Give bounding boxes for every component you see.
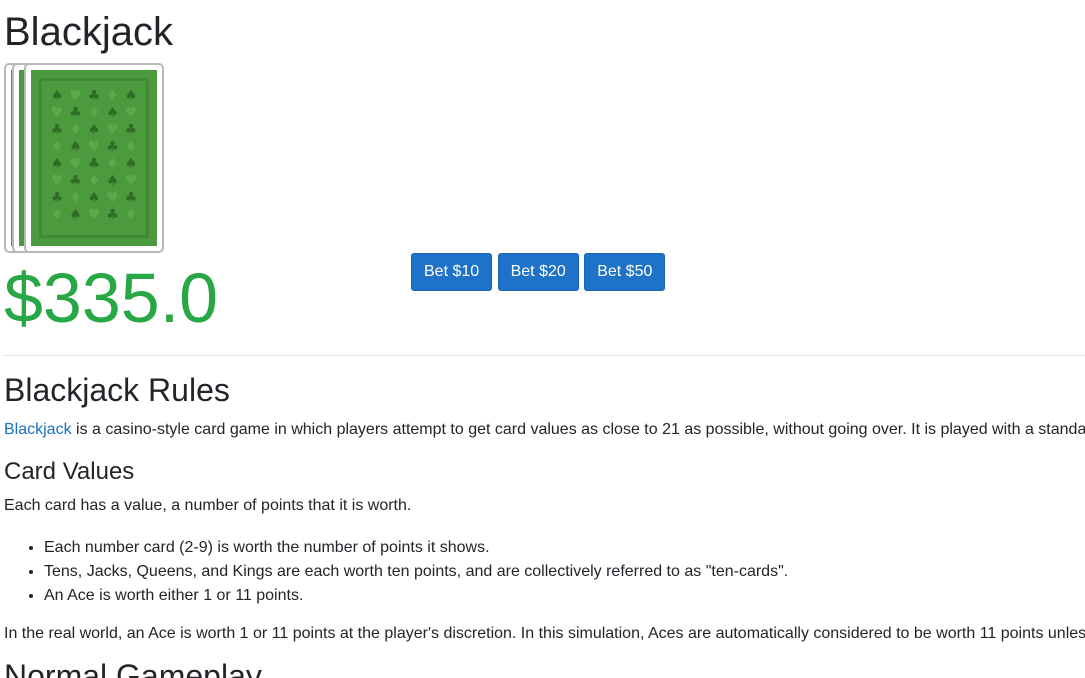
club-icon: ♣	[51, 190, 64, 206]
section-divider	[4, 355, 1085, 356]
spade-icon: ♠	[125, 88, 138, 104]
gameplay-heading: Normal Gameplay	[4, 658, 262, 678]
spade-icon: ♠	[88, 190, 101, 206]
balance-display: $335.0	[4, 259, 219, 337]
spade-icon: ♠	[51, 156, 64, 172]
spade-icon: ♠	[106, 105, 119, 121]
diamond-icon: ♦	[51, 139, 64, 155]
club-icon: ♣	[88, 88, 101, 104]
bet-20-button[interactable]: Bet $20	[497, 253, 579, 291]
spade-icon: ♠	[125, 156, 138, 172]
rules-heading: Blackjack Rules	[4, 372, 230, 408]
heart-icon: ♥	[88, 207, 101, 223]
list-item: An Ace is worth either 1 or 11 points.	[44, 584, 788, 608]
card-values-description: Each card has a value, a number of point…	[4, 497, 412, 514]
heart-icon: ♥	[69, 88, 82, 104]
club-icon: ♣	[51, 122, 64, 138]
club-icon: ♣	[88, 156, 101, 172]
spade-icon: ♠	[51, 88, 64, 104]
rules-intro: Blackjack is a casino-style card game in…	[4, 420, 1085, 440]
card-values-list: Each number card (2-9) is worth the numb…	[4, 536, 788, 608]
diamond-icon: ♦	[69, 190, 82, 206]
list-item: Each number card (2-9) is worth the numb…	[44, 536, 788, 560]
heart-icon: ♥	[125, 105, 138, 121]
page-title: Blackjack	[4, 10, 173, 54]
heart-icon: ♥	[51, 105, 64, 121]
heart-icon: ♥	[69, 156, 82, 172]
diamond-icon: ♦	[125, 139, 138, 155]
heart-icon: ♥	[106, 122, 119, 138]
heart-icon: ♥	[88, 139, 101, 155]
diamond-icon: ♦	[51, 207, 64, 223]
spade-icon: ♠	[69, 139, 82, 155]
club-icon: ♣	[125, 190, 138, 206]
diamond-icon: ♦	[88, 105, 101, 121]
diamond-icon: ♦	[125, 207, 138, 223]
spade-icon: ♠	[106, 173, 119, 189]
club-icon: ♣	[106, 207, 119, 223]
club-icon: ♣	[125, 122, 138, 138]
card-back: ♠ ♥ ♣ ♦ ♠ ♥ ♣ ♦ ♠ ♥ ♣ ♦ ♠ ♥ ♣ ♦ ♠ ♥ ♣ ♦ ♠ ♥ ♣ ♦ ♠ ♥ ♣ ♦ ♠ ♥ ♣ ♦ ♠ ♥ ♣ ♦ ♠ ♥ ♣ ♦	[24, 63, 164, 253]
bet-50-button[interactable]: Bet $50	[584, 253, 666, 291]
heart-icon: ♥	[125, 173, 138, 189]
club-icon: ♣	[69, 173, 82, 189]
heart-icon: ♥	[51, 173, 64, 189]
diamond-icon: ♦	[106, 88, 119, 104]
card-back-face: ♠ ♥ ♣ ♦ ♠ ♥ ♣ ♦ ♠ ♥ ♣ ♦ ♠ ♥ ♣ ♦ ♠ ♥ ♣ ♦ ♠ ♥ ♣ ♦ ♠ ♥ ♣ ♦ ♠ ♥ ♣ ♦ ♠ ♥ ♣ ♦ ♠ ♥ ♣ ♦	[31, 70, 157, 246]
diamond-icon: ♦	[69, 122, 82, 138]
suit-pattern: ♠ ♥ ♣ ♦ ♠♥ ♣ ♦ ♠ ♥♣ ♦ ♠ ♥ ♣♦ ♠ ♥ ♣ ♦♠ ♥ ♣ ♦ ♠♥ ♣ ♦ ♠ ♥♣ ♦ ♠ ♥ ♣♦ ♠ ♥ ♣ ♦	[51, 88, 138, 223]
diamond-icon: ♦	[106, 156, 119, 172]
rules-intro-text: is a casino-style card game in which pla…	[71, 421, 1085, 438]
page: Blackjack ♠ ♥ ♣ ♦ ♠ ♥ ♣ ♦ ♠ ♥ ♣ ♦ ♠ ♥ ♣ ♦ ♠ ♥ ♣ ♦ ♠ ♥ ♣ ♦ ♠ ♥ ♣ ♦ ♠ ♥…	[4, 0, 1085, 678]
bet-button-group: Bet $10 Bet $20 Bet $50	[411, 253, 666, 291]
real-world-note: In the real world, an Ace is worth 1 or …	[4, 625, 1085, 642]
heart-icon: ♥	[106, 190, 119, 206]
diamond-icon: ♦	[88, 173, 101, 189]
club-icon: ♣	[106, 139, 119, 155]
list-item: Tens, Jacks, Queens, and Kings are each …	[44, 560, 788, 584]
blackjack-link[interactable]: Blackjack	[4, 421, 72, 438]
spade-icon: ♠	[88, 122, 101, 138]
bet-10-button[interactable]: Bet $10	[411, 253, 493, 291]
spade-icon: ♠	[69, 207, 82, 223]
club-icon: ♣	[69, 105, 82, 121]
card-deck[interactable]: ♠ ♥ ♣ ♦ ♠ ♥ ♣ ♦ ♠ ♥ ♣ ♦ ♠ ♥ ♣ ♦ ♠ ♥ ♣ ♦ ♠ ♥ ♣ ♦ ♠ ♥ ♣ ♦ ♠ ♥ ♣ ♦ ♠ ♥ ♣ ♦ ♠ ♥ ♣ ♦	[4, 63, 166, 253]
card-values-heading: Card Values	[4, 458, 135, 485]
